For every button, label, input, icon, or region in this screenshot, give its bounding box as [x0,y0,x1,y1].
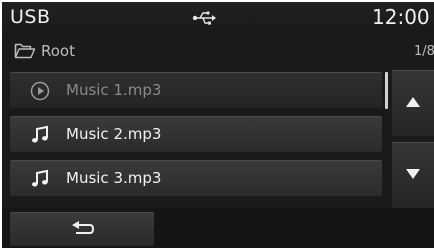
track-label: Music 3.mp3 [66,169,162,187]
triangle-down-icon [406,169,420,179]
track-item-2[interactable]: Music 2.mp3 [10,116,382,152]
folder-open-icon [14,42,36,60]
scroll-up-button[interactable] [392,70,434,136]
track-item-3[interactable]: Music 3.mp3 [10,160,382,196]
track-item-1[interactable]: Music 1.mp3 [10,72,382,108]
scroll-down-button[interactable] [392,142,434,208]
page-indicator: 1/8 [414,44,434,59]
scroll-position-indicator [385,72,388,109]
folder-bar: Root 1/8 [2,40,434,66]
usb-music-screen: USB 12:00 Root 1/8 Music 1.mp3 Music 2.m… [2,2,434,248]
play-circle-icon [30,81,50,101]
music-note-icon [30,125,50,145]
back-arrow-icon [72,221,94,234]
folder-name: Root [41,42,75,60]
music-note-icon [30,169,50,189]
track-label: Music 2.mp3 [66,125,162,143]
back-button[interactable] [10,212,154,246]
usb-icon [192,10,216,26]
clock: 12:00 [372,5,430,29]
triangle-up-icon [406,97,420,107]
status-bar: USB 12:00 [2,2,434,36]
track-label: Music 1.mp3 [66,81,162,99]
source-label: USB [10,6,51,28]
